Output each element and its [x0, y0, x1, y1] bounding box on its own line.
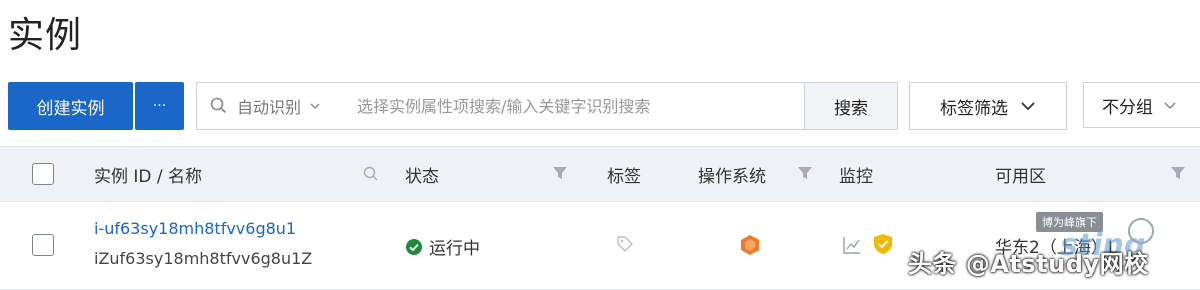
instance-id-link[interactable]: i-uf63sy18mh8tfvv6g8u1 [94, 219, 296, 238]
select-all-checkbox[interactable] [32, 163, 54, 185]
search-box: 自动识别 [196, 82, 808, 130]
tag-filter-label: 标签筛选 [940, 98, 1008, 119]
column-header-monitoring: 监控 [839, 166, 873, 187]
check-circle-icon [406, 238, 422, 255]
search-mode-select[interactable]: 自动识别 [237, 94, 321, 118]
shield-check-icon[interactable] [872, 233, 894, 255]
watermark-ring-icon [1128, 218, 1154, 244]
search-icon [210, 97, 227, 114]
chevron-down-icon [1021, 102, 1035, 111]
search-icon[interactable] [362, 165, 380, 183]
page-title: 实例 [8, 15, 83, 56]
chart-icon[interactable] [842, 235, 862, 255]
os-icon [741, 235, 759, 255]
filter-icon[interactable] [552, 165, 568, 181]
chevron-down-icon [310, 103, 320, 109]
column-header-os: 操作系统 [698, 166, 766, 187]
tag-icon[interactable] [615, 234, 635, 254]
search-mode-label: 自动识别 [237, 98, 302, 117]
filter-icon[interactable] [797, 165, 813, 181]
toolbar: 创建实例 ··· 自动识别 搜索 标签筛选 不分组 [8, 82, 1200, 130]
column-header-zone: 可用区 [995, 166, 1046, 187]
filter-icon[interactable] [1170, 165, 1186, 181]
group-select-label: 不分组 [1102, 97, 1153, 118]
instance-name: iZuf63sy18mh8tfvv6g8u1Z [94, 249, 313, 268]
status-cell: 运行中 [405, 234, 480, 259]
watermark-tag: 博为峰旗下 [1036, 212, 1103, 232]
watermark-text: 头条 @Atstudy网校 [908, 250, 1149, 278]
search-button[interactable]: 搜索 [804, 82, 898, 130]
more-actions-button[interactable]: ··· [135, 82, 184, 130]
create-instance-button[interactable]: 创建实例 [8, 82, 133, 130]
chevron-down-icon [1164, 102, 1176, 110]
column-header-status: 状态 [405, 166, 439, 187]
table-header: 实例 ID / 名称 状态 标签 操作系统 监控 可用区 [0, 146, 1200, 202]
row-checkbox[interactable] [32, 234, 54, 256]
search-input[interactable] [355, 95, 780, 117]
status-text: 运行中 [429, 239, 480, 259]
column-header-tags: 标签 [607, 166, 641, 187]
group-select[interactable]: 不分组 [1083, 82, 1200, 128]
column-header-instance: 实例 ID / 名称 [94, 166, 203, 187]
tag-filter-button[interactable]: 标签筛选 [909, 82, 1067, 130]
